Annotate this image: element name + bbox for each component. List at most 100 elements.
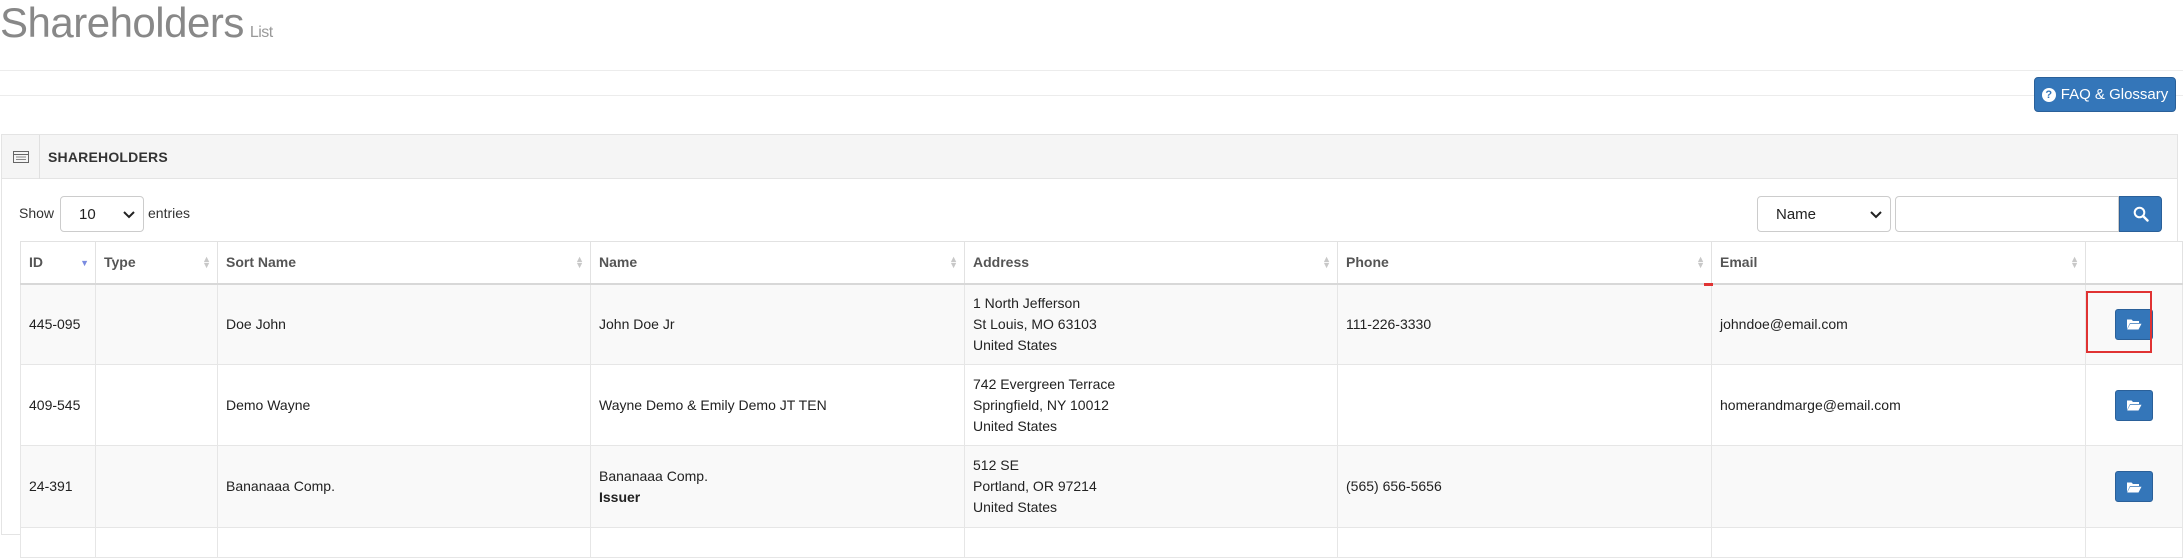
address-line: 742 Evergreen Terrace: [973, 375, 1116, 392]
page-title-text: Shareholders: [0, 0, 244, 46]
cell-address: 1 North Jefferson St Louis, MO 63103 Uni…: [964, 283, 1338, 365]
open-shareholder-button[interactable]: [2115, 471, 2153, 502]
cell-address: [964, 527, 1338, 558]
cell-id: 409-545: [20, 364, 96, 446]
cell-actions: [2085, 527, 2183, 558]
chevron-down-icon: [1870, 211, 1882, 219]
question-circle-icon: ?: [2041, 87, 2056, 102]
cell-name: [590, 527, 965, 558]
column-header-label: Address: [973, 254, 1030, 271]
entries-label: entries: [148, 205, 191, 221]
search-field-select[interactable]: Name: [1757, 196, 1891, 232]
cell-type: [95, 445, 218, 528]
cell-type: [95, 527, 218, 558]
sort-desc-icon: ▼: [80, 258, 89, 268]
search-input[interactable]: [1895, 196, 2119, 232]
annotation-mark: [1704, 283, 1713, 286]
search-field-value: Name: [1776, 205, 1817, 223]
cell-type: [95, 364, 218, 446]
cell-id: 445-095: [20, 283, 96, 365]
name-text: John Doe Jr: [599, 315, 675, 332]
page-subtitle: List: [249, 24, 273, 41]
sort-icon: ▲ ▼: [575, 254, 584, 270]
folder-open-icon: [2127, 319, 2142, 330]
column-header-name[interactable]: Name ▲ ▼: [590, 241, 965, 285]
cell-email: johndoe@email.com: [1711, 283, 2086, 365]
open-shareholder-button[interactable]: [2115, 308, 2153, 340]
divider: [0, 70, 2183, 71]
address-line: United States: [973, 336, 1058, 353]
sort-icon: ▲ ▼: [202, 254, 211, 270]
column-header-phone[interactable]: Phone ▲ ▼: [1337, 241, 1712, 285]
address-line: United States: [973, 499, 1058, 515]
cell-actions: [2085, 364, 2183, 446]
faq-glossary-button[interactable]: ? FAQ & Glossary: [2034, 77, 2176, 112]
address-line: 512 SE: [973, 457, 1019, 473]
cell-sort-name: Bananaaa Comp.: [217, 445, 591, 528]
cell-phone: [1337, 364, 1712, 446]
faq-glossary-label: FAQ & Glossary: [2060, 86, 2169, 103]
sort-icon: ▲ ▼: [2070, 254, 2079, 270]
cell-address: 742 Evergreen Terrace Springfield, NY 10…: [964, 364, 1338, 446]
shareholders-portlet: SHAREHOLDERS Show 10 entries Name ID ▼ Ty…: [1, 134, 2183, 558]
cell-name: Bananaaa Comp. Issuer: [590, 445, 965, 528]
cell-name: John Doe Jr: [590, 283, 965, 365]
column-header-actions: [2085, 241, 2183, 285]
folder-open-icon: [2127, 400, 2142, 411]
cell-phone: [1337, 527, 1712, 558]
portlet-title: SHAREHOLDERS: [48, 148, 168, 165]
sort-icon: ▲ ▼: [1696, 254, 1705, 270]
cell-name: Wayne Demo & Emily Demo JT TEN: [590, 364, 965, 446]
cell-sort-name: [217, 527, 591, 558]
cell-type: [95, 283, 218, 365]
entries-select[interactable]: 10: [60, 196, 144, 232]
table-icon: [2, 134, 40, 179]
column-header-id[interactable]: ID ▼: [20, 241, 96, 285]
search-button[interactable]: [2119, 196, 2162, 232]
address-line: Springfield, NY 10012: [973, 396, 1109, 413]
show-label: Show: [19, 205, 55, 221]
column-header-sort-name[interactable]: Sort Name ▲ ▼: [217, 241, 591, 285]
table-row: 409-545 Demo Wayne Wayne Demo & Emily De…: [20, 364, 2183, 446]
entries-select-value: 10: [79, 205, 96, 223]
cell-email: [1711, 445, 2086, 528]
column-header-label: Email: [1720, 254, 1758, 271]
sort-icon: ▲ ▼: [949, 254, 958, 270]
issuer-tag: Issuer: [599, 488, 641, 505]
address-line: Portland, OR 97214: [973, 478, 1097, 494]
column-header-label: Type: [104, 254, 136, 271]
cell-phone: (565) 656-5656: [1337, 445, 1712, 528]
search-icon: [2133, 206, 2149, 222]
portlet-header: SHAREHOLDERS: [2, 134, 2177, 179]
table-row: [20, 527, 2183, 558]
column-header-label: Name: [599, 254, 638, 271]
folder-open-icon: [2127, 482, 2142, 492]
column-header-address[interactable]: Address ▲ ▼: [964, 241, 1338, 285]
table-row: 24-391 Bananaaa Comp. Bananaaa Comp. Iss…: [20, 445, 2183, 528]
page-header: Shareholders List: [0, 0, 2183, 50]
column-header-type[interactable]: Type ▲ ▼: [95, 241, 218, 285]
address-line: St Louis, MO 63103: [973, 315, 1097, 332]
cell-actions: [2085, 445, 2183, 528]
open-shareholder-button[interactable]: [2115, 389, 2153, 421]
page-title: Shareholders List: [0, 0, 273, 56]
address-line: 1 North Jefferson: [973, 294, 1081, 311]
column-header-label: Sort Name: [226, 254, 297, 271]
table-header-row: ID ▼ Type ▲ ▼ Sort Name ▲ ▼ Name ▲ ▼ Address ▲ ▼ …: [20, 241, 2183, 285]
cell-address: 512 SE Portland, OR 97214 United States: [964, 445, 1338, 528]
cell-email: [1711, 527, 2086, 558]
sort-icon: ▲ ▼: [1322, 254, 1331, 270]
cell-id: [20, 527, 96, 558]
name-text: Wayne Demo & Emily Demo JT TEN: [599, 396, 827, 413]
column-header-email[interactable]: Email ▲ ▼: [1711, 241, 2086, 285]
cell-sort-name: Doe John: [217, 283, 591, 365]
cell-sort-name: Demo Wayne: [217, 364, 591, 446]
divider: [0, 95, 2183, 96]
column-header-label: Phone: [1346, 254, 1389, 271]
shareholders-table: ID ▼ Type ▲ ▼ Sort Name ▲ ▼ Name ▲ ▼ Address ▲ ▼ …: [20, 241, 2183, 558]
name-text: Bananaaa Comp.: [599, 467, 708, 484]
table-row: 445-095 Doe John John Doe Jr 1 North Jef…: [20, 283, 2183, 365]
cell-email: homerandmarge@email.com: [1711, 364, 2086, 446]
chevron-down-icon: [123, 211, 135, 219]
cell-actions: [2085, 283, 2183, 365]
